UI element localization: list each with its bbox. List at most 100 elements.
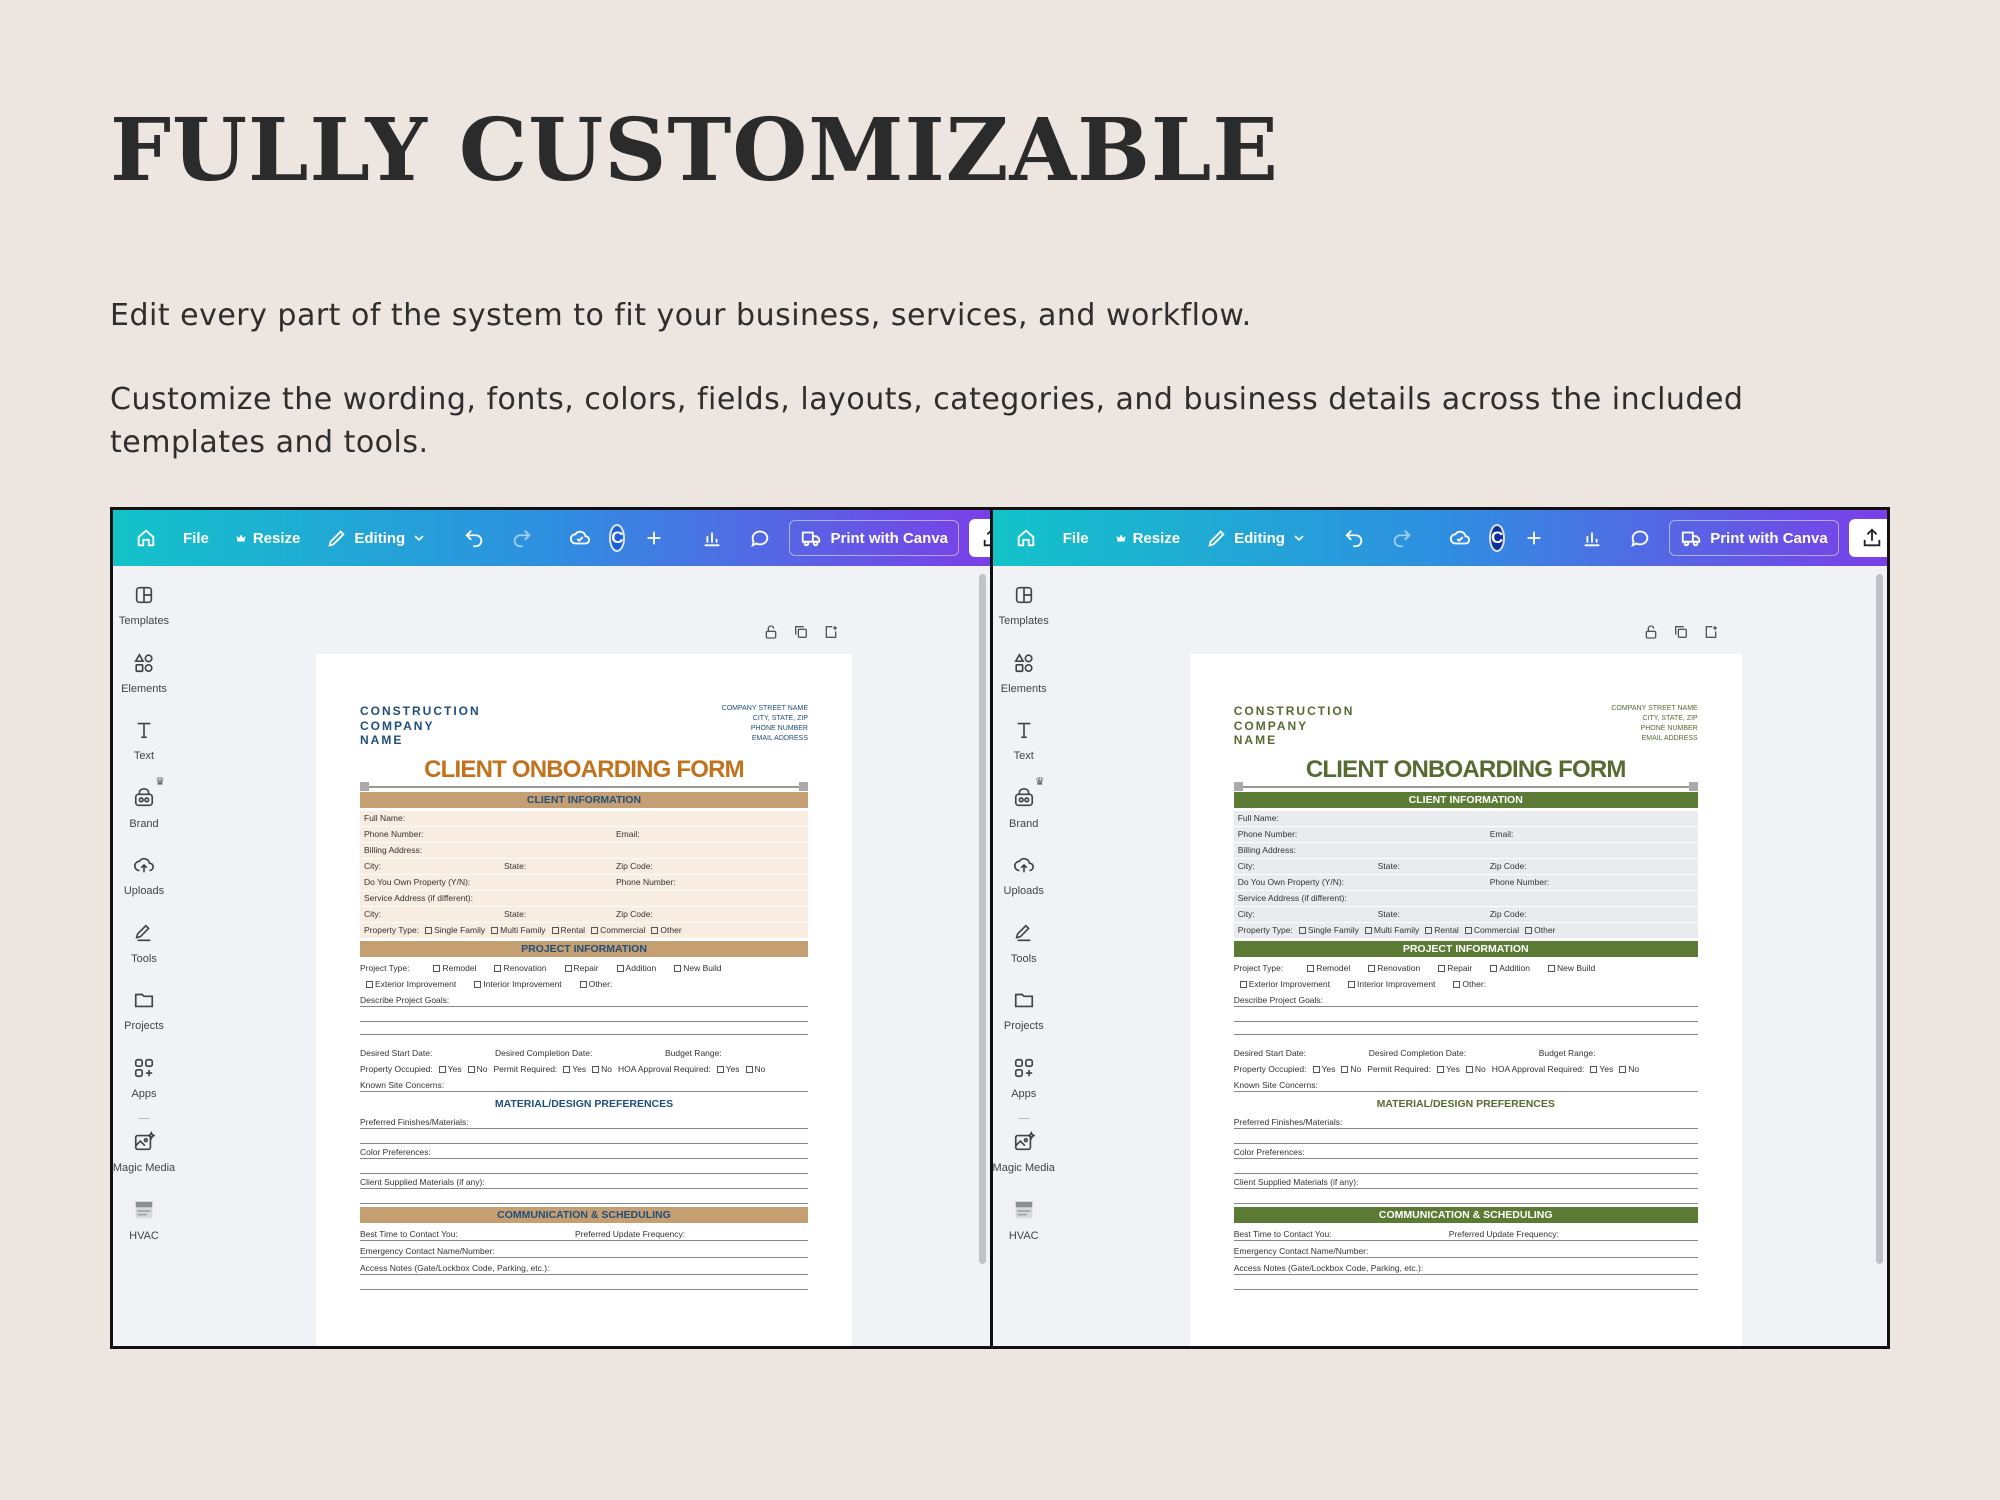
property-type-checkbox[interactable] — [1364, 926, 1372, 934]
preference-field[interactable]: Client Supplied Materials (if any): — [360, 1174, 808, 1189]
blank-line[interactable] — [360, 1191, 808, 1204]
form-row[interactable]: Property Type: Single Family Multi Family R… — [1233, 922, 1698, 938]
invite-button[interactable] — [1515, 523, 1553, 553]
resize-button[interactable]: Resize — [227, 526, 309, 551]
dates-row[interactable]: Desired Start Date: Desired Completion Da… — [1234, 1045, 1698, 1061]
sidebar-item-templates[interactable]: Templates — [113, 584, 179, 652]
form-page[interactable]: CONSTRUCTION COMPANY NAME COMPANY STREET NA… — [1189, 654, 1742, 1346]
insights-button[interactable] — [693, 523, 731, 553]
no-checkbox[interactable] — [1341, 1065, 1349, 1073]
form-row[interactable]: Service Address (if different): — [1233, 890, 1698, 906]
comments-button[interactable] — [1621, 523, 1659, 553]
preference-field[interactable]: Color Preferences: — [360, 1144, 808, 1159]
blank-line[interactable] — [360, 1131, 808, 1144]
blank-line[interactable] — [1233, 1277, 1698, 1290]
no-checkbox[interactable] — [1465, 1065, 1473, 1073]
sidebar-item-apps[interactable]: Apps — [113, 1057, 179, 1125]
sidebar-item-elements[interactable]: Elements — [113, 652, 179, 720]
project-type-checkbox[interactable] — [1548, 964, 1555, 972]
form-row[interactable]: Billing Address: — [360, 842, 808, 858]
sidebar-item-text[interactable]: Text — [113, 719, 179, 787]
form-row[interactable]: City: State: Zip Code: — [360, 858, 808, 874]
contact-field[interactable]: Access Notes (Gate/Lockbox Code, Parking… — [360, 1260, 808, 1275]
file-menu[interactable]: File — [1055, 526, 1097, 551]
sidebar-item-uploads[interactable]: Uploads — [113, 854, 179, 922]
sidebar-item-magic-media[interactable]: Magic Media — [993, 1130, 1059, 1199]
contact-field[interactable]: Emergency Contact Name/Number: — [360, 1243, 808, 1258]
undo-button[interactable] — [1335, 523, 1373, 553]
comments-button[interactable] — [741, 523, 779, 553]
property-type-checkbox[interactable] — [591, 926, 599, 934]
sidebar-item-magic-media[interactable]: Magic Media — [113, 1130, 179, 1199]
editing-mode-dropdown[interactable]: Editing — [1198, 523, 1315, 553]
sidebar-item-hvac[interactable]: HVAC — [113, 1199, 179, 1267]
redo-button[interactable] — [503, 523, 541, 553]
user-avatar[interactable]: C — [1488, 524, 1506, 552]
form-row[interactable]: Full Name: — [1233, 810, 1698, 826]
sidebar-item-brand[interactable]: ♛ Brand — [113, 776, 179, 855]
yes-checkbox[interactable] — [1590, 1065, 1598, 1073]
blank-line[interactable] — [1233, 1161, 1698, 1174]
sidebar-item-elements[interactable]: Elements — [993, 652, 1059, 720]
contact-field[interactable]: Emergency Contact Name/Number: — [1233, 1243, 1698, 1258]
contact-time-field[interactable]: Best Time to Contact You: Preferred Updat… — [1233, 1226, 1698, 1241]
preference-field[interactable]: Color Preferences: — [1233, 1144, 1698, 1159]
blank-line[interactable] — [360, 1277, 808, 1290]
duplicate-icon[interactable] — [1673, 624, 1689, 644]
lock-icon[interactable] — [763, 624, 779, 644]
sidebar-item-tools[interactable]: Tools — [113, 922, 179, 990]
project-type-checkbox[interactable] — [366, 980, 373, 988]
lock-icon[interactable] — [1643, 624, 1659, 644]
invite-button[interactable] — [635, 523, 673, 553]
project-type-checkbox[interactable] — [616, 964, 624, 972]
form-row[interactable]: City: State: Zip Code: — [360, 906, 808, 922]
project-type-checkbox[interactable] — [564, 964, 572, 972]
property-type-checkbox[interactable] — [1425, 926, 1433, 934]
no-checkbox[interactable] — [467, 1065, 475, 1073]
insights-button[interactable] — [1573, 523, 1611, 553]
save-status[interactable] — [561, 523, 599, 553]
duplicate-icon[interactable] — [793, 624, 809, 644]
yes-checkbox[interactable] — [716, 1065, 724, 1073]
project-type-checkbox[interactable] — [674, 964, 682, 972]
sidebar-item-hvac[interactable]: HVAC — [993, 1199, 1059, 1267]
property-type-checkbox[interactable] — [425, 926, 433, 934]
form-row[interactable]: Do You Own Property (Y/N): Phone Number: — [360, 874, 808, 890]
form-page[interactable]: CONSTRUCTION COMPANY NAME COMPANY STREET NA… — [316, 654, 852, 1346]
property-type-checkbox[interactable] — [491, 926, 499, 934]
home-button[interactable] — [127, 523, 165, 553]
contact-field[interactable]: Access Notes (Gate/Lockbox Code, Parking… — [1233, 1260, 1698, 1275]
user-avatar[interactable]: C — [609, 524, 626, 552]
preference-field[interactable]: Preferred Finishes/Materials: — [1233, 1114, 1698, 1129]
sidebar-item-text[interactable]: Text — [993, 719, 1059, 787]
home-button[interactable] — [1007, 523, 1045, 553]
sidebar-item-projects[interactable]: Projects — [113, 989, 179, 1057]
project-type-checkbox[interactable] — [1490, 964, 1498, 972]
blank-line[interactable] — [1233, 1022, 1698, 1035]
file-menu[interactable]: File — [175, 526, 217, 551]
project-type-checkbox[interactable] — [1307, 964, 1315, 972]
redo-button[interactable] — [1383, 523, 1421, 553]
site-concerns-field[interactable]: Known Site Concerns: — [360, 1077, 808, 1092]
save-status[interactable] — [1441, 523, 1479, 553]
property-type-checkbox[interactable] — [551, 926, 559, 934]
form-row[interactable]: Service Address (if different): — [360, 890, 808, 906]
blank-line[interactable] — [360, 1161, 808, 1174]
share-button[interactable]: Share — [969, 519, 990, 557]
form-row[interactable]: Phone Number: Email: — [1233, 826, 1698, 842]
project-type-checkbox[interactable] — [1453, 980, 1461, 988]
project-type-checkbox[interactable] — [433, 964, 441, 972]
yes-checkbox[interactable] — [563, 1065, 571, 1073]
sidebar-item-apps[interactable]: Apps — [993, 1057, 1059, 1125]
project-type-checkbox[interactable] — [1239, 980, 1247, 988]
form-row[interactable]: Do You Own Property (Y/N): Phone Number: — [1233, 874, 1698, 890]
form-row[interactable]: Property Type: Single Family Multi Family R… — [360, 922, 808, 938]
form-row[interactable]: Full Name: — [360, 810, 808, 826]
no-checkbox[interactable] — [592, 1065, 600, 1073]
dates-row[interactable]: Desired Start Date: Desired Completion Da… — [360, 1045, 808, 1061]
project-type-checkbox[interactable] — [494, 964, 502, 972]
print-with-canva-button[interactable]: Print with Canva — [1669, 520, 1839, 556]
project-type-checkbox[interactable] — [579, 980, 587, 988]
blank-line[interactable] — [360, 1009, 808, 1022]
project-type-checkbox[interactable] — [1368, 964, 1376, 972]
